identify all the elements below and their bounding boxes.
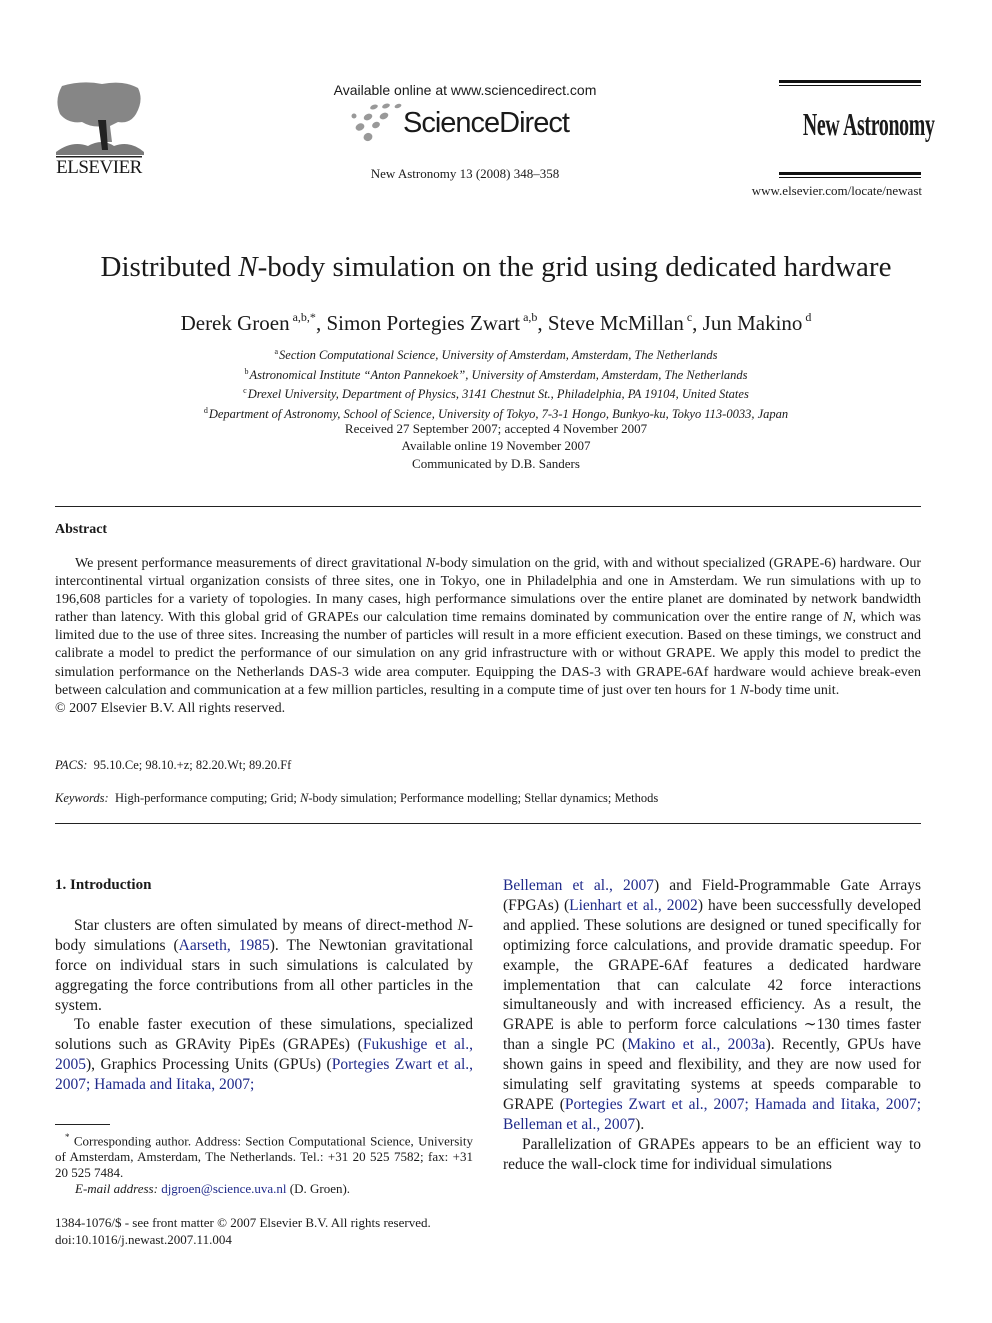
text-run: ) have been successfully developed and a… <box>503 896 921 1054</box>
text-run: We present performance measurements of d… <box>75 556 426 571</box>
affiliation: aSection Computational Science, Universi… <box>0 344 992 364</box>
abstract-heading: Abstract <box>55 522 108 537</box>
affiliation: cDrexel University, Department of Physic… <box>0 383 992 403</box>
title-italic-n: N <box>238 251 258 283</box>
available-online-link[interactable]: Available online at www.sciencedirect.co… <box>320 82 610 98</box>
author-affiliation-mark[interactable]: a,b,* <box>290 310 316 324</box>
intro-paragraph-2: To enable faster execution of these simu… <box>55 1015 473 1095</box>
affiliation-text: Astronomical Institute “Anton Pannekoek”… <box>249 367 748 382</box>
issn-line: 1384-1076/$ - see front matter © 2007 El… <box>55 1215 431 1230</box>
keywords-label: Keywords: <box>55 791 109 805</box>
body-column-left: 1. Introduction Star clusters are often … <box>55 876 473 1095</box>
section-divider <box>55 823 921 824</box>
author-separator: , <box>537 311 548 335</box>
elsevier-logo: ELSEVIER <box>52 80 146 180</box>
article-dates: Received 27 September 2007; accepted 4 N… <box>0 420 992 472</box>
email-link[interactable]: djgroen@science.uva.nl <box>161 1181 286 1196</box>
author-name: Derek Groen <box>180 311 290 335</box>
keywords: Keywords: High-performance computing; Gr… <box>55 791 658 806</box>
text-run: -body time unit. <box>749 682 840 698</box>
paper-title: Distributed N-body simulation on the gri… <box>0 248 992 286</box>
italic-symbol: N <box>843 610 853 626</box>
keywords-value: High-performance computing; Grid; N-body… <box>115 791 658 805</box>
citation-link[interactable]: Lienhart et al., 2002 <box>569 897 698 914</box>
journal-logo-rule <box>779 172 921 175</box>
pacs-label: PACS: <box>55 758 88 772</box>
journal-reference: New Astronomy 13 (2008) 348–358 <box>370 166 560 181</box>
text-run: High-performance computing; Grid; <box>114 791 300 805</box>
email-suffix: (D. Groen). <box>286 1181 351 1197</box>
journal-url-link[interactable]: www.elsevier.com/locate/newast <box>700 183 922 199</box>
author-affiliation-mark[interactable]: d <box>802 310 811 324</box>
title-text: -body simulation on the grid using dedic… <box>257 251 892 283</box>
affiliation: bAstronomical Institute “Anton Pannekoek… <box>0 364 992 384</box>
footnote-divider <box>55 1124 110 1125</box>
journal-logo-title: New Astronomy <box>802 106 935 142</box>
corresponding-author-footnote: * Corresponding author. Address: Section… <box>55 1129 473 1197</box>
author-affiliation-mark[interactable]: a,b <box>520 310 537 324</box>
author-name: Steve McMillan <box>547 311 684 335</box>
intro-paragraph-3: Parallelization of GRAPEs appears to be … <box>503 1135 921 1175</box>
journal-logo-rule <box>779 177 921 178</box>
journal-logo-rule <box>779 80 921 83</box>
citation-link[interactable]: Belleman et al., 2007 <box>503 877 654 894</box>
abstract-body: We present performance measurements of d… <box>55 555 921 718</box>
sciencedirect-dots-icon <box>351 103 402 142</box>
italic-symbol: N <box>425 556 436 571</box>
affiliation-mark: c <box>243 386 247 396</box>
italic-symbol: N <box>457 916 468 934</box>
text-run: Parallelization of GRAPEs appears to be … <box>503 1135 921 1173</box>
sciencedirect-wordmark: ScienceDirect <box>403 107 570 139</box>
text-run: ). <box>635 1115 645 1133</box>
author-separator: , <box>692 311 703 335</box>
citation-link[interactable]: Aarseth, 1985 <box>179 937 270 954</box>
affiliation-text: Department of Astronomy, School of Scien… <box>208 406 789 421</box>
author-affiliation-mark[interactable]: c <box>684 310 692 324</box>
elsevier-wordmark: ELSEVIER <box>56 157 142 178</box>
footnote-mark: * <box>65 1132 70 1142</box>
journal-logo-rule <box>779 85 921 86</box>
affiliation-text: Drexel University, Department of Physics… <box>247 387 749 402</box>
communicated-by: Communicated by D.B. Sanders <box>412 455 580 471</box>
title-text: Distributed <box>100 251 239 283</box>
footnote-text: Corresponding author. Address: Section C… <box>55 1133 473 1181</box>
available-online-date: Available online 19 November 2007 <box>401 438 591 454</box>
intro-paragraph-1: Star clusters are often simulated by mea… <box>55 916 473 1016</box>
received-date: Received 27 September 2007; accepted 4 N… <box>344 421 648 436</box>
front-matter: 1384-1076/$ - see front matter © 2007 El… <box>55 1215 485 1248</box>
intro-paragraph-2-continued: Belleman et al., 2007) and Field-Program… <box>503 876 921 1135</box>
text-run: ), Graphics Processing Units (GPUs) ( <box>86 1056 332 1074</box>
doi[interactable]: doi:10.1016/j.newast.2007.11.004 <box>55 1232 485 1249</box>
abstract-copyright: © 2007 Elsevier B.V. All rights reserved… <box>55 700 286 716</box>
elsevier-tree-icon <box>56 82 144 158</box>
author-name: Jun Makino <box>702 311 803 335</box>
author-list: Derek Groen a,b,*, Simon Portegies Zwart… <box>0 302 992 338</box>
body-column-right: Belleman et al., 2007) and Field-Program… <box>503 876 921 1175</box>
sciencedirect-logo[interactable]: ScienceDirect <box>346 103 586 145</box>
pacs-value: 95.10.Ce; 98.10.+z; 82.20.Wt; 89.20.Ff <box>93 758 292 772</box>
author-name: Simon Portegies Zwart <box>326 311 521 335</box>
author-separator: , <box>315 311 327 335</box>
affiliation-mark: b <box>244 366 249 376</box>
pacs-codes: PACS: 95.10.Ce; 98.10.+z; 82.20.Wt; 89.2… <box>55 758 291 773</box>
section-divider <box>55 506 921 507</box>
citation-link[interactable]: Makino et al., 2003a <box>627 1036 765 1053</box>
email-label: E-mail address: <box>75 1181 158 1197</box>
italic-symbol: N <box>740 682 750 698</box>
abstract-text: We present performance measurements of d… <box>55 555 921 700</box>
text-run: Star clusters are often simulated by mea… <box>74 916 458 934</box>
section-heading-introduction: 1. Introduction <box>55 877 152 893</box>
affiliation-mark: d <box>203 405 208 415</box>
affiliations: aSection Computational Science, Universi… <box>0 344 992 422</box>
citation-link[interactable]: Portegies Zwart et al., 2007; Hamada and… <box>503 1096 921 1133</box>
text-run: -body simulation; Performance modelling;… <box>308 791 659 805</box>
affiliation-mark: a <box>274 347 279 356</box>
affiliation-text: Section Computational Science, Universit… <box>279 348 718 362</box>
